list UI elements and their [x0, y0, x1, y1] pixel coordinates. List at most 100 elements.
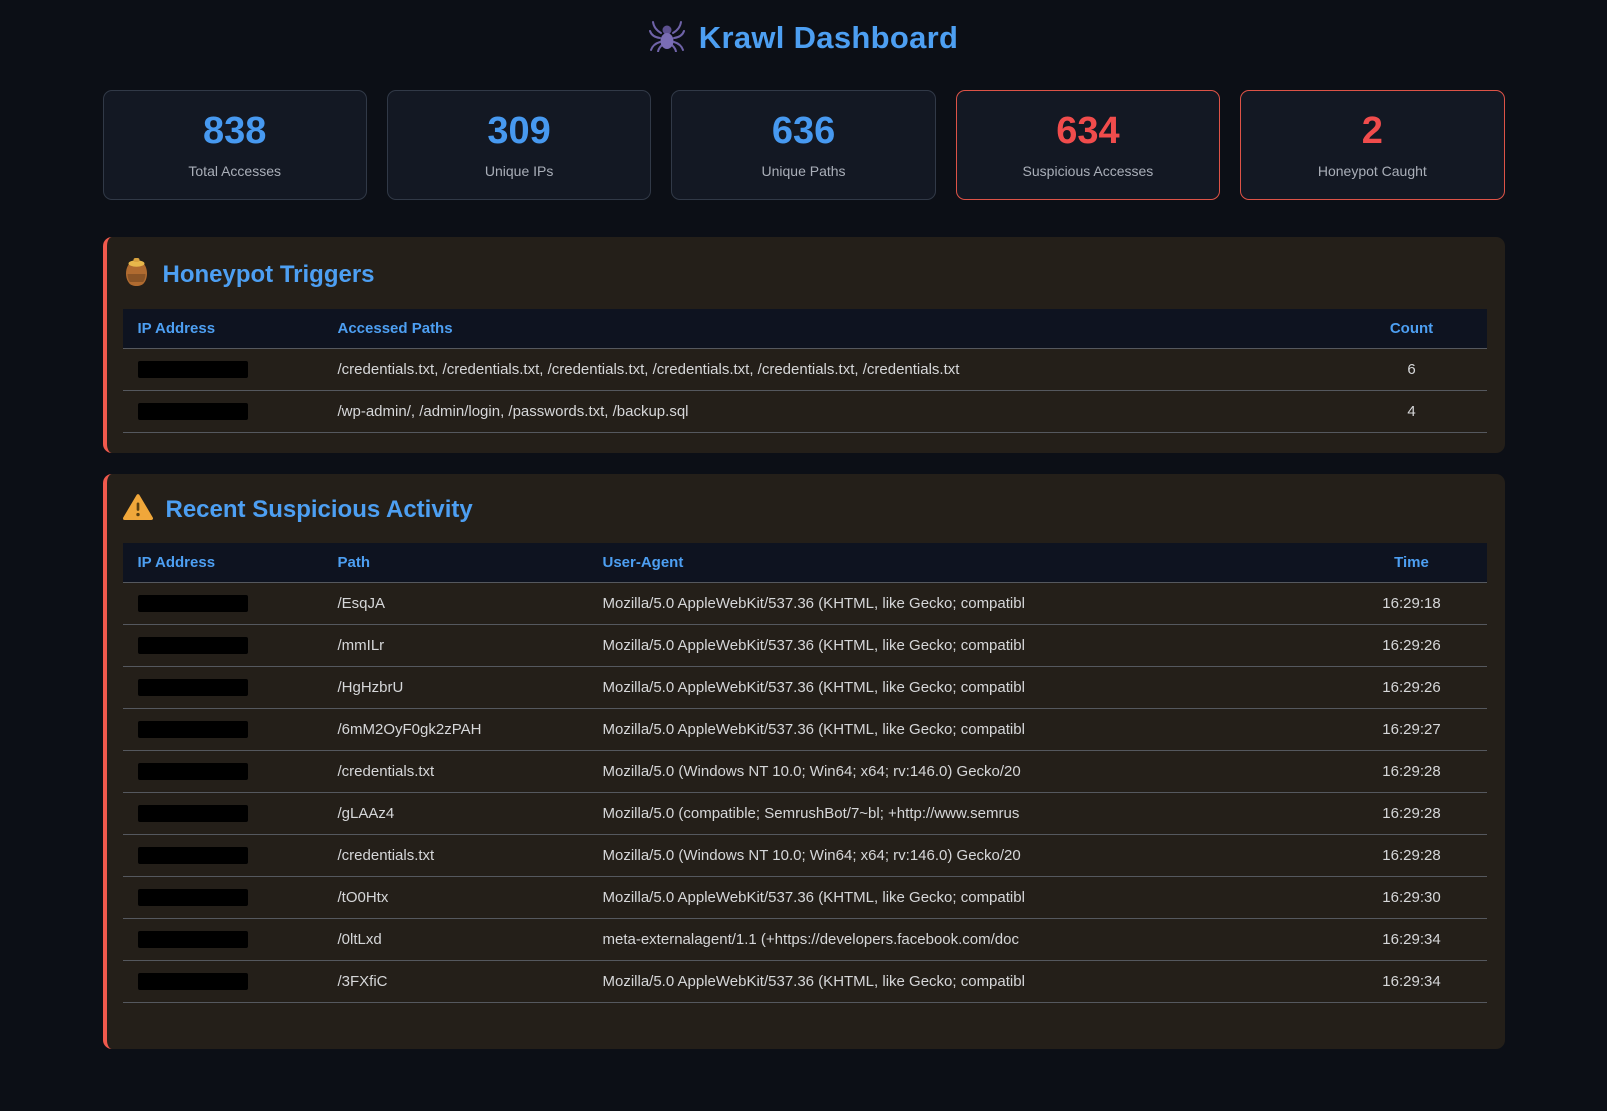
user-agent-cell: Mozilla/5.0 AppleWebKit/537.36 (KHTML, l…	[588, 667, 1337, 709]
ip-cell	[123, 391, 323, 433]
table-row: /mmILr Mozilla/5.0 AppleWebKit/537.36 (K…	[123, 625, 1487, 667]
stat-value: 838	[203, 112, 266, 150]
redacted-ip	[138, 805, 248, 822]
stat-card: 636 Unique Paths	[671, 90, 935, 200]
stat-value: 309	[487, 112, 550, 150]
activity-panel: Recent Suspicious Activity IP Address Pa…	[103, 474, 1505, 1049]
column-header-user-agent: User-Agent	[588, 543, 1337, 583]
stat-label: Unique Paths	[761, 163, 845, 179]
redacted-ip	[138, 847, 248, 864]
user-agent-cell: Mozilla/5.0 AppleWebKit/537.36 (KHTML, l…	[588, 709, 1337, 751]
table-row: /credentials.txt Mozilla/5.0 (Windows NT…	[123, 751, 1487, 793]
column-header-accessed-paths: Accessed Paths	[323, 309, 1337, 349]
path-cell: /3FXfiC	[323, 961, 588, 1003]
column-header-ip-address: IP Address	[123, 309, 323, 349]
path-cell: /HgHzbrU	[323, 667, 588, 709]
table-row: /3FXfiC Mozilla/5.0 AppleWebKit/537.36 (…	[123, 961, 1487, 1003]
honeypot-panel: Honeypot Triggers IP Address Accessed Pa…	[103, 237, 1505, 453]
accessed-paths-cell: /wp-admin/, /admin/login, /passwords.txt…	[323, 391, 1337, 433]
ip-cell	[123, 961, 323, 1003]
page-title: Krawl Dashboard	[699, 20, 958, 56]
user-agent-cell: Mozilla/5.0 AppleWebKit/537.36 (KHTML, l…	[588, 877, 1337, 919]
stat-card: 838 Total Accesses	[103, 90, 367, 200]
redacted-ip	[138, 679, 248, 696]
redacted-ip	[138, 763, 248, 780]
column-header-ip-address: IP Address	[123, 543, 323, 583]
table-row: /HgHzbrU Mozilla/5.0 AppleWebKit/537.36 …	[123, 667, 1487, 709]
user-agent-cell: Mozilla/5.0 AppleWebKit/537.36 (KHTML, l…	[588, 625, 1337, 667]
redacted-ip	[138, 721, 248, 738]
honeypot-panel-title: Honeypot Triggers	[163, 261, 375, 289]
table-row: /6mM2OyF0gk2zPAH Mozilla/5.0 AppleWebKit…	[123, 709, 1487, 751]
count-cell: 6	[1337, 349, 1487, 391]
honeypot-icon	[123, 257, 150, 292]
stat-card: 2 Honeypot Caught	[1240, 90, 1504, 200]
ip-cell	[123, 793, 323, 835]
time-cell: 16:29:26	[1337, 625, 1487, 667]
user-agent-cell: Mozilla/5.0 (Windows NT 10.0; Win64; x64…	[588, 835, 1337, 877]
path-cell: /gLAAz4	[323, 793, 588, 835]
stat-label: Total Accesses	[188, 163, 281, 179]
stat-label: Honeypot Caught	[1318, 163, 1427, 179]
stat-label: Suspicious Accesses	[1023, 163, 1154, 179]
path-cell: /credentials.txt	[323, 751, 588, 793]
column-header-path: Path	[323, 543, 588, 583]
path-cell: /tO0Htx	[323, 877, 588, 919]
activity-table-header-row: IP Address Path User-Agent Time	[123, 543, 1487, 583]
ip-cell	[123, 349, 323, 391]
redacted-ip	[138, 931, 248, 948]
path-cell: /0ltLxd	[323, 919, 588, 961]
table-row: /EsqJA Mozilla/5.0 AppleWebKit/537.36 (K…	[123, 583, 1487, 625]
table-row: /0ltLxd meta-externalagent/1.1 (+https:/…	[123, 919, 1487, 961]
ip-cell	[123, 625, 323, 667]
stat-card: 309 Unique IPs	[387, 90, 651, 200]
ip-cell	[123, 919, 323, 961]
stat-label: Unique IPs	[485, 163, 553, 179]
path-cell: /credentials.txt	[323, 835, 588, 877]
stats-row: 838 Total Accesses 309 Unique IPs 636 Un…	[103, 90, 1505, 200]
time-cell: 16:29:26	[1337, 667, 1487, 709]
time-cell: 16:29:18	[1337, 583, 1487, 625]
user-agent-cell: meta-externalagent/1.1 (+https://develop…	[588, 919, 1337, 961]
activity-panel-title: Recent Suspicious Activity	[166, 496, 473, 524]
time-cell: 16:29:28	[1337, 835, 1487, 877]
honeypot-table: IP Address Accessed Paths Count /credent…	[123, 309, 1487, 433]
user-agent-cell: Mozilla/5.0 AppleWebKit/537.36 (KHTML, l…	[588, 583, 1337, 625]
activity-panel-header: Recent Suspicious Activity	[123, 494, 1487, 526]
count-cell: 4	[1337, 391, 1487, 433]
table-row: /wp-admin/, /admin/login, /passwords.txt…	[123, 391, 1487, 433]
redacted-ip	[138, 403, 248, 420]
accessed-paths-cell: /credentials.txt, /credentials.txt, /cre…	[323, 349, 1337, 391]
stat-value: 636	[772, 112, 835, 150]
app-header: Krawl Dashboard	[103, 0, 1505, 60]
honeypot-table-header-row: IP Address Accessed Paths Count	[123, 309, 1487, 349]
warning-icon	[123, 494, 153, 526]
ip-cell	[123, 751, 323, 793]
redacted-ip	[138, 595, 248, 612]
user-agent-cell: Mozilla/5.0 (compatible; SemrushBot/7~bl…	[588, 793, 1337, 835]
time-cell: 16:29:30	[1337, 877, 1487, 919]
time-cell: 16:29:28	[1337, 793, 1487, 835]
ip-cell	[123, 835, 323, 877]
time-cell: 16:29:34	[1337, 961, 1487, 1003]
stat-value: 2	[1362, 112, 1383, 150]
path-cell: /mmILr	[323, 625, 588, 667]
redacted-ip	[138, 973, 248, 990]
ip-cell	[123, 667, 323, 709]
column-header-count: Count	[1337, 309, 1487, 349]
redacted-ip	[138, 361, 248, 378]
honeypot-panel-header: Honeypot Triggers	[123, 257, 1487, 292]
stat-value: 634	[1056, 112, 1119, 150]
table-row: /tO0Htx Mozilla/5.0 AppleWebKit/537.36 (…	[123, 877, 1487, 919]
table-row: /credentials.txt Mozilla/5.0 (Windows NT…	[123, 835, 1487, 877]
ip-cell	[123, 583, 323, 625]
time-cell: 16:29:28	[1337, 751, 1487, 793]
path-cell: /6mM2OyF0gk2zPAH	[323, 709, 588, 751]
time-cell: 16:29:27	[1337, 709, 1487, 751]
ip-cell	[123, 709, 323, 751]
user-agent-cell: Mozilla/5.0 AppleWebKit/537.36 (KHTML, l…	[588, 961, 1337, 1003]
time-cell: 16:29:34	[1337, 919, 1487, 961]
spider-icon	[649, 18, 685, 57]
user-agent-cell: Mozilla/5.0 (Windows NT 10.0; Win64; x64…	[588, 751, 1337, 793]
stat-card: 634 Suspicious Accesses	[956, 90, 1220, 200]
